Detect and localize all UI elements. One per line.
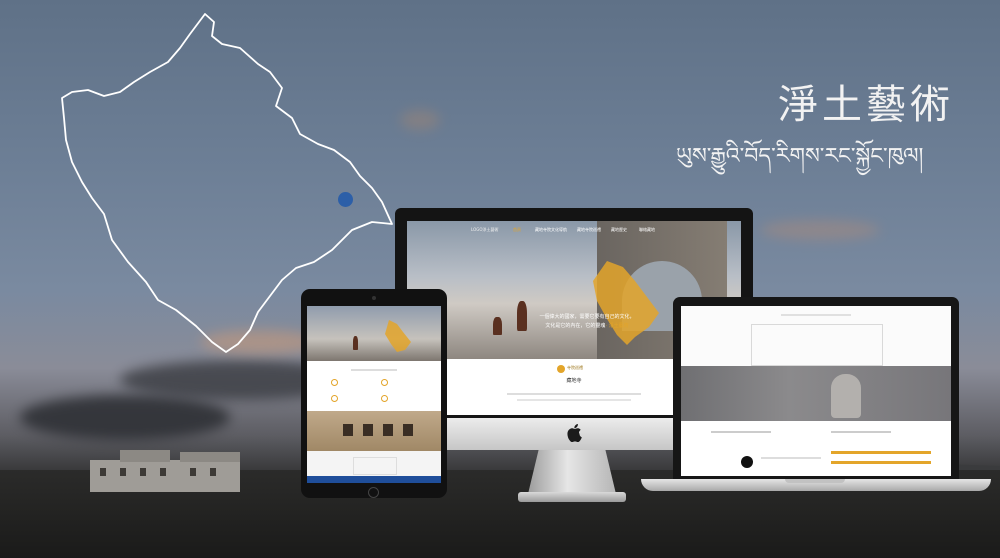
section-badge-icon <box>557 365 565 373</box>
site-nav: LOGO淨土藝術 首頁 藏地寺院文化導航 藏地寺院巡禮 藏地歷史 聯絡藏地 <box>407 227 741 237</box>
cloud <box>20 395 230 440</box>
temple-line-drawing <box>751 324 883 366</box>
text-placeholder-line <box>831 431 891 433</box>
hero-quote-line2: 文化是它的內在，它的靈魂 <box>545 323 606 329</box>
tablet-device <box>301 289 447 498</box>
home-button[interactable] <box>368 487 379 498</box>
hero-quote-line1: 一個偉大的國家，需要它要有自己的文化， <box>539 314 635 320</box>
monk-figure <box>493 317 502 335</box>
hero-quote: 一個偉大的國家，需要它要有自己的文化， 文化是它的內在，它的靈魂· 淨土藝術 <box>502 313 672 331</box>
tablet-hero <box>307 306 441 361</box>
monitor-stand <box>528 450 616 494</box>
laptop-notch <box>785 479 845 483</box>
nav-item-temples[interactable]: 藏地寺院巡禮 <box>577 227 601 233</box>
gold-region-map-icon <box>593 261 659 345</box>
site-logo[interactable]: LOGO淨土藝術 <box>471 227 498 233</box>
text-placeholder-line <box>781 314 851 316</box>
banner-title: 淨土藝術 <box>778 82 954 128</box>
laptop-relief-image <box>681 366 951 421</box>
nav-item-contact[interactable]: 聯絡藏地 <box>639 227 655 233</box>
text-placeholder-line <box>761 457 821 459</box>
monitor-stand-base <box>518 492 626 502</box>
tablet-building-image <box>307 411 441 451</box>
building-window <box>383 424 393 436</box>
monastery-building-photo <box>90 450 240 492</box>
tablet-feature-section <box>307 361 441 411</box>
location-marker-icon <box>338 192 353 207</box>
laptop-device <box>673 297 959 479</box>
apple-logo-icon <box>567 424 582 442</box>
hero-quote-link[interactable]: · 淨土藝術 <box>605 323 628 329</box>
feature-icon <box>331 379 338 386</box>
statue-figure <box>831 374 861 418</box>
gold-region-map-icon <box>385 320 411 352</box>
avatar <box>741 456 753 468</box>
temple-line-drawing <box>353 457 397 475</box>
laptop-content-section <box>681 421 951 476</box>
laptop-screen <box>681 306 951 476</box>
feature-icon <box>381 379 388 386</box>
building-window <box>403 424 413 436</box>
building-window <box>363 424 373 436</box>
cloud <box>760 220 880 240</box>
building-window <box>343 424 353 436</box>
progress-bar <box>831 451 931 454</box>
text-placeholder-line <box>351 369 397 371</box>
banner-subtitle-tibetan: ཡུས་རྒྱུའི་བོད་རིགས་རང་སྐྱོང་ཁུལ། <box>676 144 924 169</box>
text-placeholder-line <box>507 393 641 395</box>
progress-bar <box>831 461 931 464</box>
feature-icon <box>331 395 338 402</box>
monk-figure <box>353 336 358 350</box>
nav-item-culture[interactable]: 藏地寺院文化導航 <box>535 227 567 233</box>
tablet-screen <box>307 306 441 483</box>
section-label: 寺院巡禮 <box>567 365 583 370</box>
text-placeholder-line <box>517 399 631 401</box>
text-placeholder-line <box>711 431 771 433</box>
camera-dot <box>372 296 376 300</box>
nav-item-home[interactable]: 首頁 <box>513 227 521 233</box>
feature-icon <box>381 395 388 402</box>
nav-item-history[interactable]: 藏地歷史 <box>611 227 627 233</box>
laptop-header <box>681 306 951 366</box>
tablet-blue-footer <box>307 476 441 483</box>
